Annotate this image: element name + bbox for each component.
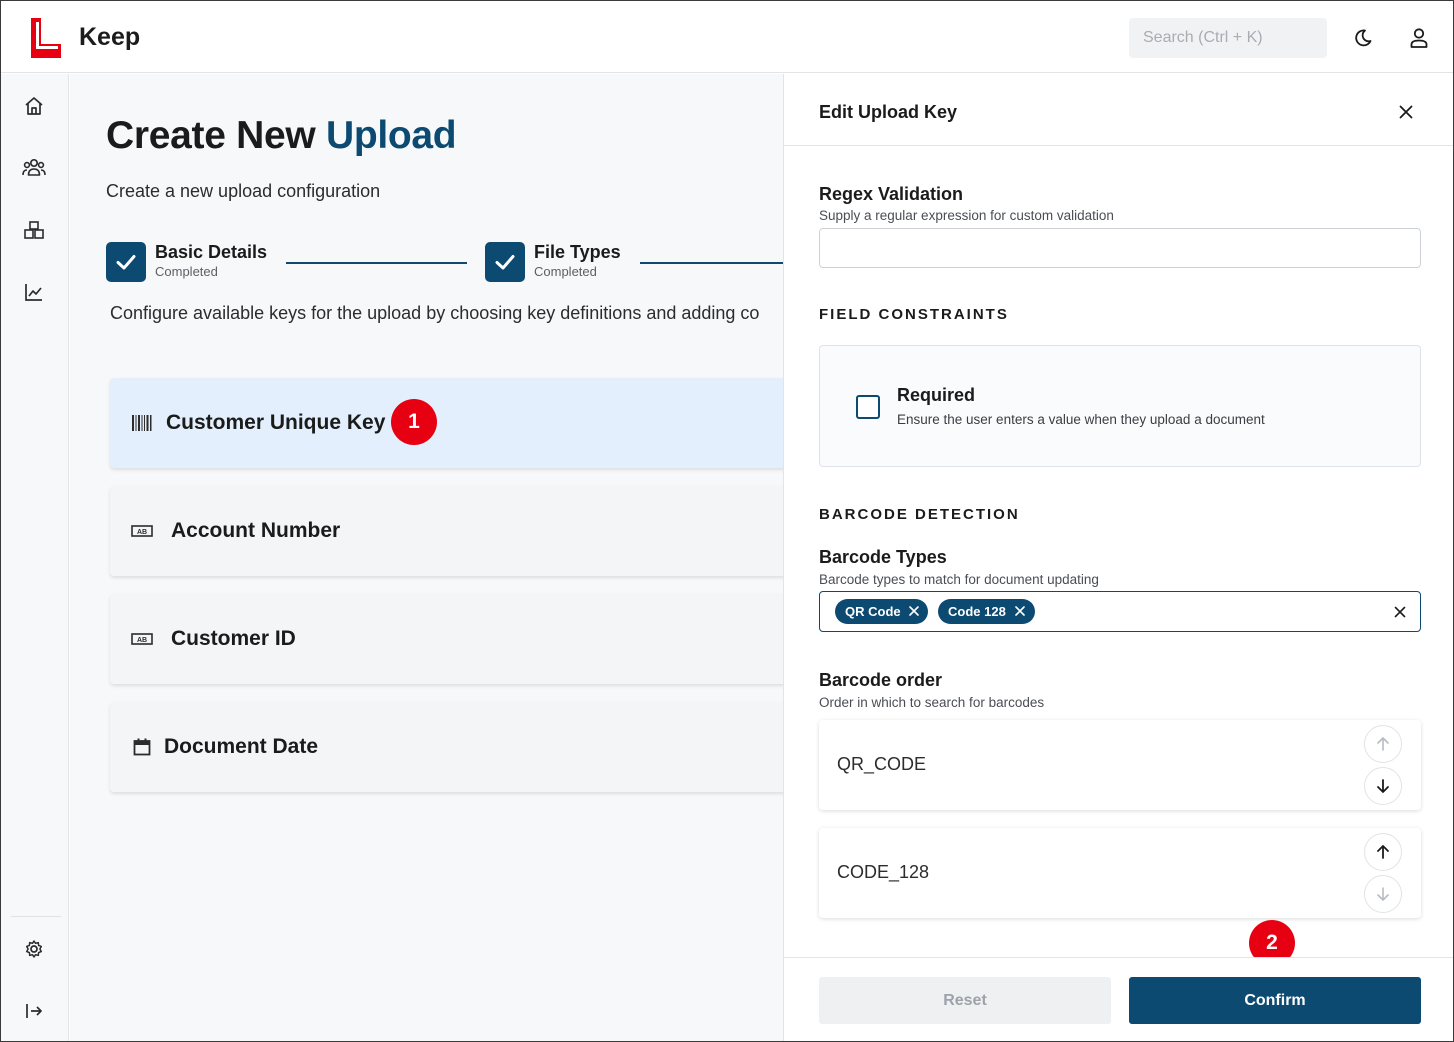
page-subtitle: Create a new upload configuration bbox=[106, 181, 381, 201]
regex-hint: Supply a regular expression for custom v… bbox=[819, 208, 1114, 223]
arrow-up-icon bbox=[1377, 737, 1389, 751]
svg-text:AB: AB bbox=[137, 637, 147, 644]
remove-chip-icon[interactable] bbox=[1014, 605, 1026, 617]
panel-title: Edit Upload Key bbox=[819, 102, 958, 122]
boxes-icon[interactable] bbox=[21, 217, 47, 243]
move-down-button[interactable] bbox=[1364, 875, 1402, 913]
edit-upload-key-panel: Edit Upload Key Regex Validation Supply … bbox=[783, 74, 1453, 1041]
close-icon[interactable] bbox=[1392, 98, 1420, 126]
key-card-account-number[interactable]: AB Account Number bbox=[110, 486, 783, 576]
order-item-qr-code: QR_CODE bbox=[819, 720, 1421, 810]
arrow-up-icon bbox=[1377, 845, 1389, 859]
collapse-icon[interactable] bbox=[21, 998, 47, 1024]
step-basic-details[interactable]: Basic Details Completed bbox=[106, 242, 286, 284]
title-prefix: Create New bbox=[106, 114, 326, 157]
panel-header: Edit Upload Key bbox=[784, 74, 1453, 146]
users-icon[interactable] bbox=[21, 155, 47, 181]
check-icon bbox=[106, 242, 146, 282]
arrow-down-icon bbox=[1377, 887, 1389, 901]
text-field-icon: AB bbox=[130, 627, 154, 651]
regex-input[interactable] bbox=[819, 228, 1421, 268]
key-card-customer-unique-key[interactable]: Customer Unique Key 1 bbox=[110, 378, 783, 468]
move-down-button[interactable] bbox=[1364, 767, 1402, 805]
config-description: Configure available keys for the upload … bbox=[110, 303, 760, 323]
required-checkbox[interactable] bbox=[856, 395, 880, 419]
chip-label: Code 128 bbox=[948, 604, 1006, 619]
title-accent: Upload bbox=[325, 114, 457, 157]
regex-label: Regex Validation bbox=[819, 184, 964, 204]
panel-footer: Reset Confirm bbox=[784, 957, 1453, 1041]
required-hint: Ensure the user enters a value when they… bbox=[897, 412, 1265, 427]
arrow-down-icon bbox=[1377, 779, 1389, 793]
required-label: Required bbox=[897, 385, 976, 405]
step-marker-1: 1 bbox=[391, 399, 437, 445]
step-title: Basic Details bbox=[155, 242, 268, 262]
settings-icon[interactable] bbox=[21, 936, 47, 962]
remove-chip-icon[interactable] bbox=[908, 605, 920, 617]
chart-icon[interactable] bbox=[21, 279, 47, 305]
chip-qr-code: QR Code bbox=[835, 599, 928, 624]
barcode-detection-heading: BARCODE DETECTION bbox=[819, 506, 1020, 523]
main-content: Create New Upload Create a new upload co… bbox=[70, 74, 783, 1041]
step-title: File Types bbox=[534, 242, 621, 262]
sidebar bbox=[1, 74, 69, 1041]
order-item-label: CODE_128 bbox=[837, 862, 930, 882]
key-label: Customer Unique Key bbox=[166, 411, 386, 434]
order-item-code-128: CODE_128 bbox=[819, 828, 1421, 918]
barcode-order-hint: Order in which to search for barcodes bbox=[819, 695, 1045, 710]
svg-text:AB: AB bbox=[137, 529, 147, 536]
key-label: Account Number bbox=[171, 519, 341, 542]
step-status: Completed bbox=[534, 264, 597, 279]
required-constraint: Required Ensure the user enters a value … bbox=[819, 345, 1421, 467]
step-connector bbox=[286, 262, 467, 264]
key-label: Document Date bbox=[164, 735, 319, 758]
key-card-customer-id[interactable]: AB Customer ID bbox=[110, 594, 783, 684]
barcode-icon bbox=[130, 411, 154, 435]
check-icon bbox=[485, 242, 525, 282]
order-item-label: QR_CODE bbox=[837, 754, 927, 774]
sidebar-divider bbox=[11, 916, 61, 917]
barcode-types-select[interactable]: QR Code Code 128 bbox=[819, 591, 1421, 632]
home-icon[interactable] bbox=[21, 93, 47, 119]
search-input[interactable]: Search (Ctrl + K) bbox=[1129, 18, 1327, 58]
chip-label: QR Code bbox=[845, 604, 901, 619]
app-name: Keep bbox=[79, 23, 141, 51]
keep-logo-icon[interactable] bbox=[27, 18, 65, 58]
chip-code-128: Code 128 bbox=[938, 599, 1035, 624]
reset-button[interactable]: Reset bbox=[819, 977, 1111, 1024]
confirm-button[interactable]: Confirm bbox=[1129, 977, 1421, 1024]
clear-all-icon[interactable] bbox=[1390, 602, 1410, 622]
move-up-button[interactable] bbox=[1364, 833, 1402, 871]
barcode-types-label: Barcode Types bbox=[819, 547, 947, 567]
step-status: Completed bbox=[155, 264, 218, 279]
key-label: Customer ID bbox=[171, 627, 296, 650]
barcode-order-label: Barcode order bbox=[819, 670, 943, 690]
key-card-document-date[interactable]: Document Date bbox=[110, 702, 783, 792]
app-window: Keep Search (Ctrl + K) Create New Upload… bbox=[0, 0, 1454, 1042]
step-file-types[interactable]: File Types Completed bbox=[485, 242, 645, 284]
text-field-icon: AB bbox=[130, 519, 154, 543]
field-constraints-heading: FIELD CONSTRAINTS bbox=[819, 306, 1009, 323]
top-bar: Keep Search (Ctrl + K) bbox=[1, 1, 1453, 73]
page-title: Create New Upload bbox=[106, 114, 457, 158]
move-up-button[interactable] bbox=[1364, 725, 1402, 763]
moon-icon[interactable] bbox=[1349, 24, 1377, 52]
step-connector bbox=[640, 262, 783, 264]
calendar-icon bbox=[130, 735, 154, 759]
barcode-types-hint: Barcode types to match for document upda… bbox=[819, 572, 1099, 587]
user-icon[interactable] bbox=[1405, 24, 1433, 52]
